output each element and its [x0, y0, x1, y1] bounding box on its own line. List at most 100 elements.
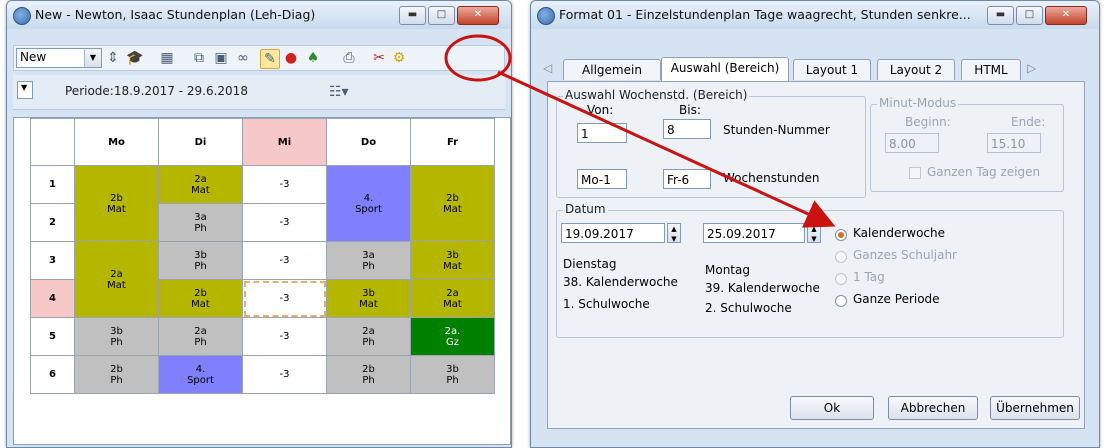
lesson-cell[interactable]: 4. Sport [326, 165, 411, 242]
period-header[interactable]: 1 [30, 165, 75, 204]
maximize-button[interactable]: □ [428, 6, 455, 25]
lesson-cell[interactable]: 2b Mat [410, 165, 495, 242]
apply-button[interactable]: Übernehmen [990, 396, 1080, 420]
lesson-cell[interactable]: 2b Ph [74, 355, 159, 394]
tab-layout-1[interactable]: Layout 1 [793, 59, 871, 80]
radio-kalenderwoche-label[interactable]: Kalenderwoche [853, 226, 945, 240]
lesson-cell[interactable]: -3 [242, 355, 327, 394]
lesson-cell[interactable]: 2b Mat [158, 279, 243, 318]
beginn-field[interactable]: 8.00 [885, 133, 939, 153]
tab-scroll-right-icon[interactable]: ▷ [1027, 61, 1036, 75]
tab-auswahl-bereich[interactable]: Auswahl (Bereich) [661, 57, 789, 82]
pencil-icon[interactable]: ✎ [260, 49, 280, 69]
lesson-class: 3b [446, 363, 459, 375]
day-header[interactable]: Fr [410, 118, 495, 166]
lesson-cell[interactable]: 3b Ph [158, 241, 243, 280]
lesson-cell[interactable]: 2a Ph [158, 317, 243, 356]
lesson-cell[interactable]: 2b Mat [74, 165, 159, 242]
ok-button[interactable]: Ok [790, 396, 874, 420]
print-icon[interactable]: ⎙ [340, 49, 358, 67]
timetable-titlebar[interactable]: New - Newton, Isaac Stundenplan (Leh-Dia… [7, 1, 511, 29]
lesson-class: 3b [362, 287, 375, 299]
lesson-cell[interactable]: 4. Sport [158, 355, 243, 394]
lesson-subject: Mat [191, 298, 210, 310]
lesson-cell[interactable]: -3 [242, 165, 327, 204]
chevron-down-icon[interactable]: ▼ [21, 83, 27, 92]
lesson-cell[interactable]: 2b Ph [326, 355, 411, 394]
lesson-cell[interactable]: 3a Ph [158, 203, 243, 242]
von-field[interactable]: 1 [577, 123, 627, 143]
date-to-spinner[interactable]: ▲ ▼ [807, 223, 821, 243]
tab-allgemein[interactable]: Allgemein [563, 59, 661, 80]
lesson-cell[interactable]: 3b Mat [410, 241, 495, 280]
lesson-cell[interactable]: -3 [242, 203, 327, 242]
von-wochenstunde-field[interactable]: Mo-1 [577, 169, 627, 189]
lesson-cell[interactable]: 2a Ph [326, 317, 411, 356]
period-header[interactable]: 6 [30, 355, 75, 394]
day-header[interactable]: Mo [74, 118, 159, 166]
period-dropdown[interactable]: ▼ [17, 81, 33, 99]
selected-cell[interactable]: -3 [242, 279, 327, 318]
close-button[interactable]: ✕ [457, 6, 499, 25]
lesson-cell[interactable]: -3 [242, 241, 327, 280]
users-icon[interactable]: ♠ [304, 49, 322, 67]
tab-layout-2[interactable]: Layout 2 [877, 59, 955, 80]
copy-icon[interactable]: ⧉ [190, 49, 208, 67]
lesson-cell[interactable]: 3b Ph [410, 355, 495, 394]
minimize-button[interactable]: ▬ [399, 6, 426, 25]
radio-ganze-periode-label[interactable]: Ganze Periode [853, 292, 940, 306]
link-icon[interactable]: ∞ [234, 49, 252, 67]
view-name-combo[interactable]: New ▼ [16, 48, 102, 68]
lesson-subject: Mat [359, 298, 378, 310]
ende-label: Ende: [1011, 115, 1046, 129]
period-header[interactable]: 3 [30, 241, 75, 280]
day-header[interactable]: Mi [242, 118, 327, 166]
radio-ganzes-schuljahr-label[interactable]: Ganzes Schuljahr [853, 248, 957, 262]
close-button[interactable]: ✕ [1045, 6, 1087, 25]
lesson-cell[interactable]: 2a. Gz [410, 317, 495, 356]
ganzen-tag-label: Ganzen Tag zeigen [927, 165, 1041, 179]
bis-field[interactable]: 8 [663, 119, 711, 139]
radio-ganzes-schuljahr[interactable] [835, 251, 847, 263]
tab-scroll-left-icon[interactable]: ◁ [543, 61, 552, 75]
radio-1-tag-label[interactable]: 1 Tag [853, 270, 885, 284]
minimize-button[interactable]: ▬ [987, 6, 1014, 25]
lock-icon[interactable]: ▣ [212, 49, 230, 67]
gear-icon[interactable]: ⚙ [390, 49, 408, 67]
ganzen-tag-checkbox[interactable] [909, 167, 921, 179]
calendar-icon[interactable]: ☷▾ [329, 83, 349, 101]
timetable-window: New - Newton, Isaac Stundenplan (Leh-Dia… [6, 0, 512, 448]
maximize-button[interactable]: □ [1016, 6, 1043, 25]
spin-icon[interactable]: ⇕ [104, 49, 122, 67]
day-header[interactable]: Do [326, 118, 411, 166]
chevron-down-icon[interactable]: ▼ [84, 49, 101, 67]
tab-html[interactable]: HTML [961, 59, 1021, 80]
radio-1-tag[interactable] [835, 273, 847, 285]
radio-ganze-periode[interactable] [835, 295, 847, 307]
period-header[interactable]: 2 [30, 203, 75, 242]
lesson-cell[interactable]: 2a Mat [74, 241, 159, 318]
lesson-cell[interactable]: 3a Ph [326, 241, 411, 280]
hat-icon[interactable]: 🎓 [126, 49, 144, 67]
lesson-class: 3b [194, 249, 207, 261]
dialog-titlebar[interactable]: Format 01 - Einzelstundenplan Tage waagr… [531, 1, 1099, 29]
ende-field[interactable]: 15.10 [987, 133, 1041, 153]
lesson-class: 2a [110, 268, 123, 280]
lesson-cell[interactable]: -3 [242, 317, 327, 356]
radio-kalenderwoche[interactable] [835, 229, 847, 241]
lesson-cell[interactable]: 3b Mat [326, 279, 411, 318]
red-pin-icon[interactable]: ● [282, 49, 300, 67]
cancel-button[interactable]: Abbrechen [888, 396, 978, 420]
lesson-cell[interactable]: 2a Mat [410, 279, 495, 318]
period-header[interactable]: 5 [30, 317, 75, 356]
date-from-field[interactable]: 19.09.2017 [561, 223, 665, 243]
lesson-cell[interactable]: 3b Ph [74, 317, 159, 356]
date-to-field[interactable]: 25.09.2017 [703, 223, 805, 243]
scissors-icon[interactable]: ✂ [370, 49, 388, 67]
date-from-spinner[interactable]: ▲ ▼ [667, 223, 681, 243]
grid-icon[interactable]: ▦ [158, 49, 176, 67]
lesson-cell[interactable]: 2a Mat [158, 165, 243, 204]
period-header[interactable]: 4 [30, 279, 75, 318]
bis-wochenstunde-field[interactable]: Fr-6 [663, 169, 711, 189]
day-header[interactable]: Di [158, 118, 243, 166]
